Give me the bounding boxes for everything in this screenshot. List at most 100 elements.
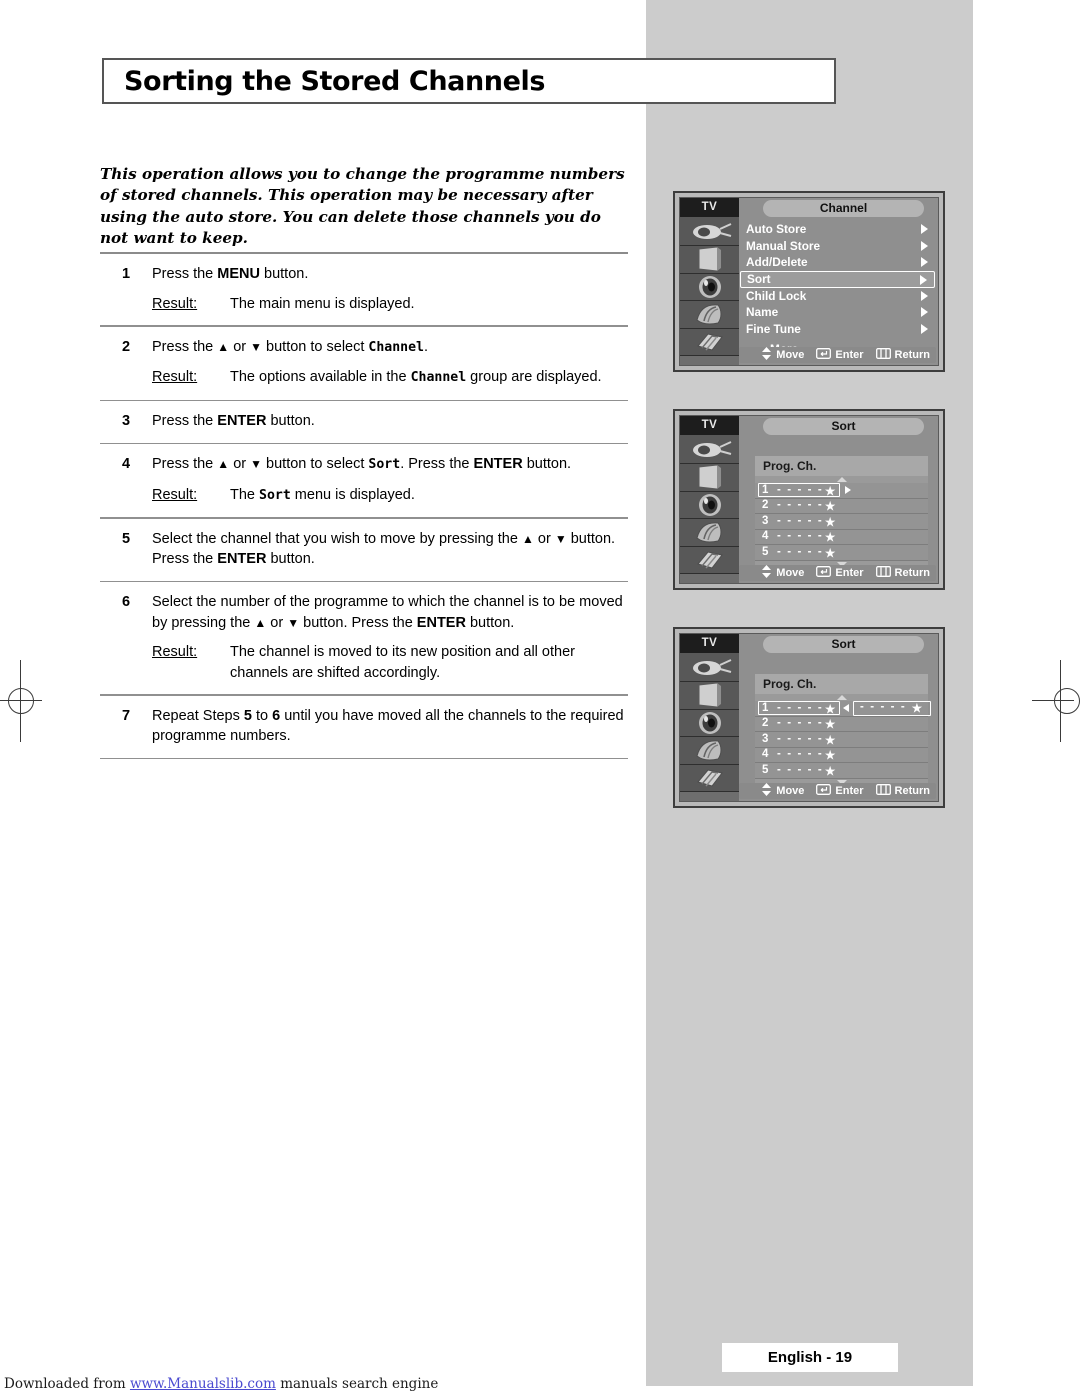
result-label: Result: (152, 369, 198, 385)
page-number-label: English - 19 (767, 1349, 853, 1366)
step-5: 5 Select the channel that you wish to mov… (100, 519, 628, 581)
registration-mark-right (1032, 660, 1080, 742)
triangle-right-icon (921, 257, 928, 268)
footer-move: Move (761, 565, 804, 581)
star-icon: ★ (825, 532, 836, 544)
step-1: 1 Press the MENU button. Result: The main m… (100, 254, 628, 325)
osd-menu-item-label: Sort (747, 271, 771, 286)
sort-channel-name: - - - - - (777, 545, 824, 558)
result-label: Result: (152, 644, 198, 660)
step-7: 7 Repeat Steps 5 to 6 until you have move… (100, 696, 628, 758)
step-instruction: Select the number of the programme to wh… (152, 594, 623, 631)
star-icon: ★ (825, 734, 836, 747)
triangle-right-icon (921, 290, 928, 301)
osd-footer: Move Enter Return (739, 565, 936, 581)
footer-move: Move (761, 347, 804, 363)
result-text: The channel is moved to its new position… (230, 644, 575, 681)
triangle-right-icon (845, 486, 851, 494)
sort-row[interactable]: 4 - - - - - ★ (755, 529, 928, 545)
page-number-box: English - 19 (722, 1343, 898, 1372)
scroll-up-indicator[interactable] (755, 694, 928, 701)
triangle-right-icon (920, 274, 927, 285)
result-label: Result: (152, 295, 198, 312)
sort-selection-box (758, 701, 840, 715)
setup-icon (680, 737, 739, 765)
step-instruction: Press the ENTER button. (152, 413, 315, 429)
star-icon: ★ (825, 501, 836, 513)
attribution-prefix: Downloaded from (4, 1376, 130, 1392)
antenna-icon (680, 217, 739, 246)
step-6: 6 Select the number of the programme to w… (100, 582, 628, 694)
scroll-up-indicator[interactable] (755, 476, 928, 483)
tv-set-icon (680, 682, 739, 710)
osd-channel-menu: TV Channel Auto Store Manual Store Add/Del… (673, 191, 945, 372)
sort-row[interactable]: 4 - - - - - ★ (755, 747, 928, 763)
footer-return: Return (875, 566, 930, 580)
up-down-arrows-icon (761, 565, 772, 581)
speaker-icon (680, 273, 739, 301)
sort-channel-name: - - - - - (777, 763, 824, 776)
osd-titlebar: Channel (739, 200, 934, 217)
sort-column-header: Prog. Ch. (755, 674, 928, 694)
footer-return: Return (875, 784, 930, 798)
step-result: Result: The options available in the Chan… (152, 367, 628, 389)
sort-row[interactable]: 2 - - - - - ★ (755, 716, 928, 732)
destination-channel-name: - - - - - (860, 701, 907, 713)
star-icon: ★ (825, 765, 836, 778)
osd-menu-item-label: Child Lock (746, 288, 807, 303)
osd-source-tag: TV (680, 634, 739, 653)
intro-paragraph: This operation allows you to change the … (100, 165, 625, 247)
return-key-icon (875, 566, 891, 580)
sort-destination-box[interactable]: - - - - - ★ (853, 700, 931, 716)
triangle-up-icon (836, 477, 847, 482)
sort-row[interactable]: 5 - - - - - ★ (755, 763, 928, 779)
tv-set-icon (680, 464, 739, 492)
osd-sort-title: Sort (763, 636, 924, 653)
sort-row[interactable]: 1- - - - - ★ - - - - - ★ (755, 700, 931, 717)
step-number: 1 (121, 266, 131, 282)
attribution-line: Downloaded from www.Manualslib.com manua… (4, 1376, 438, 1392)
setup-icon (680, 301, 739, 329)
triangle-right-icon (921, 240, 928, 251)
steps-list: 1 Press the MENU button. Result: The main m… (100, 252, 628, 759)
osd-menu-item-label: Fine Tune (746, 321, 801, 336)
result-label: Result: (152, 486, 198, 503)
osd-menu-item-manual-store[interactable]: Manual Store (740, 238, 935, 255)
step-body: Press the MENU button. Result: The main me… (152, 264, 628, 314)
osd-footer: Move Enter Return (739, 783, 936, 799)
sort-table: Prog. Ch. 1- - - - - ★ - - - - - ★ 2- - - - … (755, 674, 931, 786)
step-2: 2 Press the ▲ or ▼ button to select Chann… (100, 327, 628, 400)
sort-row[interactable]: 3 - - - - - ★ (755, 514, 928, 530)
step-body: Press the ENTER button. (152, 411, 628, 432)
star-icon: ★ (825, 547, 836, 560)
sort-prog-number: 5 (762, 545, 769, 558)
osd-menu-item-auto-store[interactable]: Auto Store (740, 221, 935, 238)
step-body: Press the ▲ or ▼ button to select Sort. … (152, 454, 628, 506)
osd-menu-item-add-delete[interactable]: Add/Delete (740, 254, 935, 271)
sort-row[interactable]: 2 - - - - - ★ (755, 498, 928, 514)
step-number: 3 (121, 413, 131, 429)
step-number: 5 (121, 530, 131, 547)
sort-prog-number: 2 (762, 499, 769, 511)
osd-menu-item-sort[interactable]: Sort (740, 270, 935, 288)
speaker-icon (680, 709, 739, 737)
step-instruction: Select the channel that you wish to move… (152, 530, 616, 568)
step-3: 3 Press the ENTER button. (100, 401, 628, 443)
osd-menu-item-name[interactable]: Name (740, 304, 935, 321)
sort-row[interactable]: 1- - - - - ★ (755, 483, 928, 499)
osd-menu-item-child-lock[interactable]: Child Lock (740, 288, 935, 305)
step-instruction: Press the ▲ or ▼ button to select Sort. … (152, 456, 572, 472)
manualslib-link[interactable]: www.Manualslib.com (130, 1376, 276, 1392)
return-key-icon (875, 348, 891, 362)
page-title-box: Sorting the Stored Channels (102, 58, 836, 104)
osd-menu-item-fine-tune[interactable]: Fine Tune (740, 321, 935, 338)
star-icon: ★ (911, 703, 922, 715)
osd-menu-item-label: Name (746, 305, 779, 319)
sort-row[interactable]: 5 - - - - - ★ (755, 545, 928, 561)
osd-source-tag: TV (680, 198, 739, 217)
footer-move-label: Move (776, 785, 805, 797)
osd-menu-item-label: Auto Store (746, 222, 807, 236)
setup-icon (680, 519, 739, 547)
sort-row[interactable]: 3 - - - - - ★ (755, 732, 928, 748)
triangle-right-icon (921, 224, 928, 235)
